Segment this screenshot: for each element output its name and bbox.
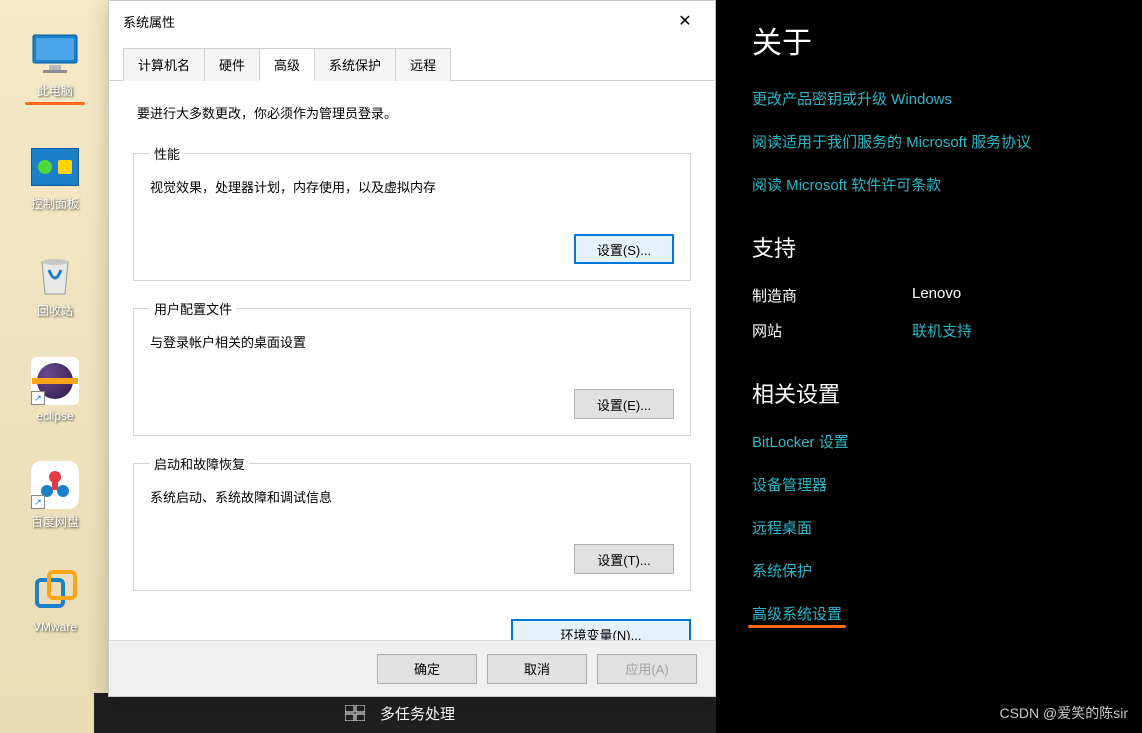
- apply-button[interactable]: 应用(A): [597, 654, 697, 684]
- desktop-icon-label: 此电脑: [37, 82, 73, 99]
- taskbar-item-label[interactable]: 多任务处理: [380, 703, 455, 724]
- computer-icon: [31, 30, 79, 78]
- link-services-agreement[interactable]: 阅读适用于我们服务的 Microsoft 服务协议: [752, 131, 1142, 152]
- desktop-icon-label: eclipse: [36, 409, 73, 423]
- vmware-icon: [31, 568, 79, 616]
- desktop-icon-recycle-bin[interactable]: 回收站: [10, 250, 100, 319]
- startup-recovery-settings-button[interactable]: 设置(T)...: [574, 544, 674, 574]
- group-desc: 视觉效果，处理器计划，内存使用，以及虚拟内存: [150, 177, 674, 196]
- support-key: 制造商: [752, 285, 912, 306]
- close-icon: ✕: [678, 11, 691, 31]
- admin-notice: 要进行大多数更改，你必须作为管理员登录。: [133, 103, 691, 122]
- taskbar: 多任务处理: [94, 693, 814, 733]
- settings-about-panel: 关于 更改产品密钥或升级 Windows 阅读适用于我们服务的 Microsof…: [716, 0, 1142, 733]
- group-startup-recovery: 启动和故障恢复 系统启动、系统故障和调试信息 设置(T)...: [133, 454, 691, 591]
- settings-related-heading: 相关设置: [752, 377, 1142, 409]
- tab-strip: 计算机名 硬件 高级 系统保护 远程: [109, 47, 715, 81]
- dialog-title-text: 系统属性: [123, 12, 175, 31]
- link-license-terms[interactable]: 阅读 Microsoft 软件许可条款: [752, 174, 1142, 195]
- link-system-protection[interactable]: 系统保护: [752, 560, 1142, 581]
- shortcut-arrow-icon: ↗: [31, 495, 45, 509]
- annotation-underline: [25, 102, 85, 105]
- link-device-manager[interactable]: 设备管理器: [752, 474, 1142, 495]
- desktop-icon-vmware[interactable]: VMware: [10, 568, 100, 634]
- link-change-product-key[interactable]: 更改产品密钥或升级 Windows: [752, 88, 1142, 109]
- desktop-icon-label: 百度网盘: [31, 513, 79, 530]
- system-properties-dialog: 系统属性 ✕ 计算机名 硬件 高级 系统保护 远程 要进行大多数更改，你必须作为…: [108, 0, 716, 697]
- baidu-netdisk-icon: ↗: [31, 461, 79, 509]
- settings-support-heading: 支持: [752, 231, 1142, 263]
- desktop-icon-control-panel[interactable]: 控制面板: [10, 143, 100, 212]
- desktop-icon-eclipse[interactable]: ↗ eclipse: [10, 357, 100, 423]
- support-row-manufacturer: 制造商 Lenovo: [752, 285, 1142, 306]
- group-performance: 性能 视觉效果，处理器计划，内存使用，以及虚拟内存 设置(S)...: [133, 144, 691, 281]
- eclipse-icon: ↗: [31, 357, 79, 405]
- tab-hardware[interactable]: 硬件: [204, 48, 260, 81]
- tab-system-protection[interactable]: 系统保护: [314, 48, 396, 81]
- desktop-icon-label: VMware: [33, 620, 77, 634]
- link-advanced-system-settings[interactable]: 高级系统设置: [752, 603, 1142, 624]
- desktop-icons-column: 此电脑 控制面板 回收站 ↗ eclipse ↗: [10, 30, 100, 672]
- support-val: Lenovo: [912, 285, 961, 306]
- desktop-icon-baidu-netdisk[interactable]: ↗ 百度网盘: [10, 461, 100, 530]
- group-desc: 系统启动、系统故障和调试信息: [150, 487, 674, 506]
- shortcut-arrow-icon: ↗: [31, 391, 45, 405]
- dialog-footer: 确定 取消 应用(A): [109, 640, 715, 696]
- group-user-profiles: 用户配置文件 与登录帐户相关的桌面设置 设置(E)...: [133, 299, 691, 436]
- tab-computer-name[interactable]: 计算机名: [123, 48, 205, 81]
- tab-content-advanced: 要进行大多数更改，你必须作为管理员登录。 性能 视觉效果，处理器计划，内存使用，…: [109, 81, 715, 667]
- group-desc: 与登录帐户相关的桌面设置: [150, 332, 674, 351]
- desktop-icon-this-pc[interactable]: 此电脑: [10, 30, 100, 105]
- multitasking-icon: [344, 702, 366, 724]
- group-legend: 性能: [150, 144, 184, 163]
- performance-settings-button[interactable]: 设置(S)...: [574, 234, 674, 264]
- ok-button[interactable]: 确定: [377, 654, 477, 684]
- control-panel-icon: [31, 143, 79, 191]
- group-legend: 用户配置文件: [150, 299, 236, 318]
- close-button[interactable]: ✕: [663, 6, 707, 36]
- watermark: CSDN @爱笑的陈sir: [999, 703, 1128, 723]
- dialog-titlebar[interactable]: 系统属性 ✕: [109, 1, 715, 41]
- support-row-website: 网站 联机支持: [752, 320, 1142, 341]
- desktop-icon-label: 控制面板: [31, 195, 79, 212]
- recycle-bin-icon: [31, 250, 79, 298]
- tab-advanced[interactable]: 高级: [259, 48, 315, 81]
- support-key: 网站: [752, 320, 912, 341]
- cancel-button[interactable]: 取消: [487, 654, 587, 684]
- tab-remote[interactable]: 远程: [395, 48, 451, 81]
- user-profiles-settings-button[interactable]: 设置(E)...: [574, 389, 674, 419]
- settings-title: 关于: [752, 18, 1142, 62]
- link-remote-desktop[interactable]: 远程桌面: [752, 517, 1142, 538]
- link-bitlocker-settings[interactable]: BitLocker 设置: [752, 431, 1142, 452]
- group-legend: 启动和故障恢复: [150, 454, 249, 473]
- link-online-support[interactable]: 联机支持: [912, 320, 972, 341]
- desktop-icon-label: 回收站: [37, 302, 73, 319]
